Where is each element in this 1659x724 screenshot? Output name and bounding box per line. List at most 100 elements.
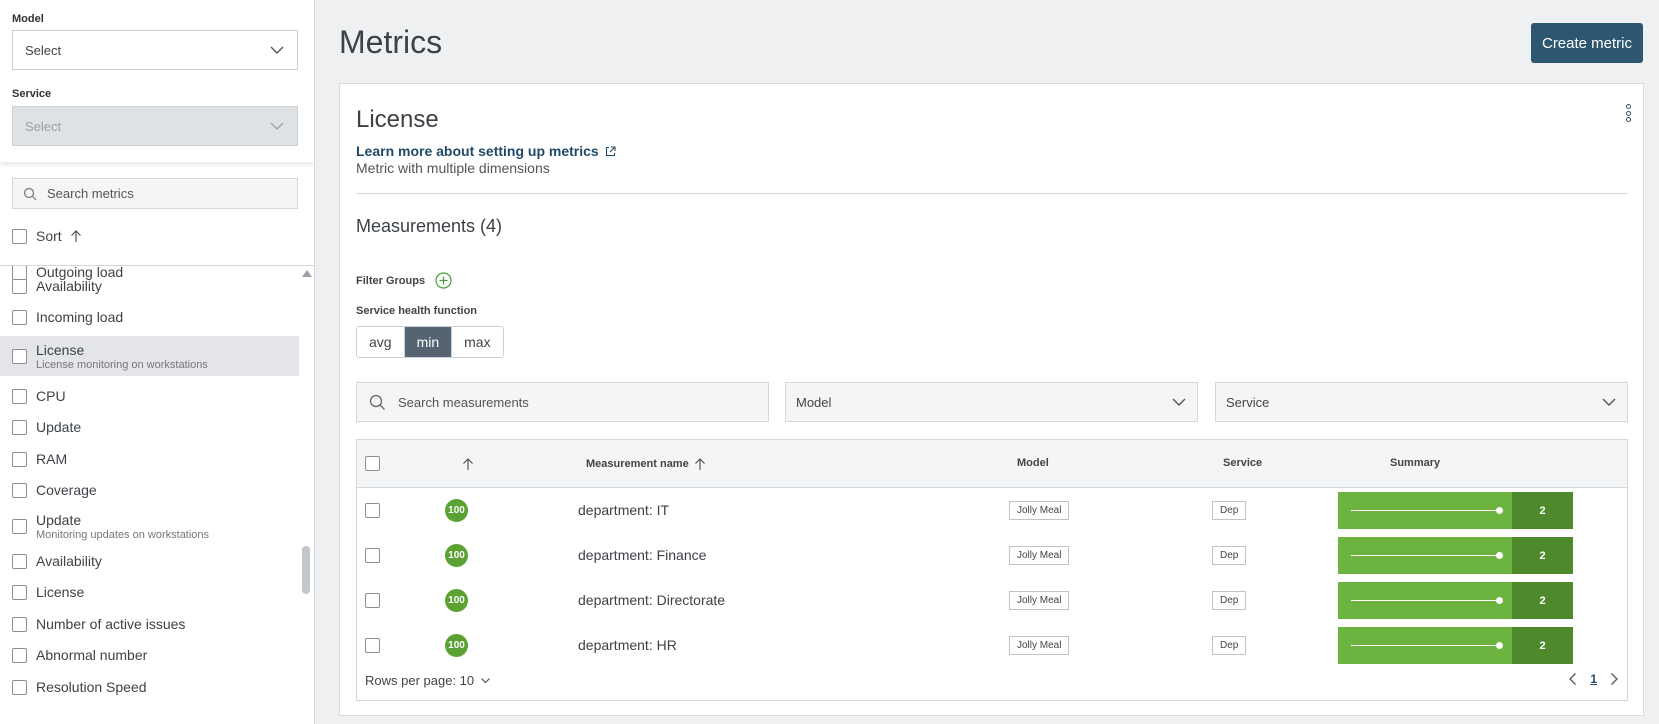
search-icon xyxy=(369,394,385,410)
scroll-up-arrow[interactable] xyxy=(302,270,312,277)
measurement-name: department: Finance xyxy=(578,547,707,563)
model-select-value: Select xyxy=(25,42,62,58)
service-select-value: Select xyxy=(25,118,62,134)
health-option-avg[interactable]: avg xyxy=(357,327,405,357)
column-summary: Summary xyxy=(1390,457,1441,469)
item-checkbox[interactable] xyxy=(12,278,27,294)
column-label: Measurement name xyxy=(586,458,689,470)
learn-more-link[interactable]: Learn more about setting up metrics xyxy=(356,143,616,159)
scrollbar-thumb[interactable] xyxy=(302,546,310,594)
item-checkbox[interactable] xyxy=(12,348,27,364)
metric-sublabel: License monitoring on workstations xyxy=(36,358,208,371)
column-measurement-name[interactable]: Measurement name xyxy=(586,457,706,471)
metric-label: RAM xyxy=(36,451,68,467)
table-row[interactable]: 100 department: IT Jolly Meal Dep 2 xyxy=(357,488,1627,533)
item-checkbox[interactable] xyxy=(12,679,27,695)
item-checkbox[interactable] xyxy=(12,482,27,498)
row-checkbox[interactable] xyxy=(365,593,380,608)
external-link-icon xyxy=(605,145,616,156)
model-tag: Jolly Meal xyxy=(1009,546,1070,565)
list-item[interactable]: RAM xyxy=(0,447,299,471)
item-checkbox[interactable] xyxy=(12,419,27,435)
metric-title: License xyxy=(356,106,439,133)
search-measurements-input[interactable]: Search measurements xyxy=(356,382,769,422)
table-row[interactable]: 100 department: Finance Jolly Meal Dep 2 xyxy=(357,533,1627,578)
list-item[interactable]: Availability xyxy=(0,549,299,573)
select-all-rows-checkbox[interactable] xyxy=(365,456,380,471)
summary-marker xyxy=(1496,507,1503,514)
metric-label: Abnormal number xyxy=(36,647,148,663)
summary-track xyxy=(1338,627,1512,664)
service-filter-select[interactable]: Service xyxy=(1215,382,1628,422)
summary-bar: 2 xyxy=(1338,492,1573,529)
divider xyxy=(356,193,1628,194)
summary-count: 2 xyxy=(1512,537,1573,574)
page-number[interactable]: 1 xyxy=(1590,672,1597,686)
add-circle-icon[interactable] xyxy=(435,272,452,289)
list-item[interactable]: Availability xyxy=(0,274,299,298)
chevron-left-icon[interactable] xyxy=(1568,672,1578,686)
select-all-checkbox[interactable] xyxy=(12,228,27,244)
metric-label: Availability xyxy=(36,553,102,569)
list-item[interactable]: Resolution Speed xyxy=(0,675,299,699)
item-checkbox[interactable] xyxy=(12,518,27,534)
health-option-min[interactable]: min xyxy=(404,327,453,357)
metric-text: License License monitoring on workstation… xyxy=(36,342,208,371)
list-item[interactable]: Abnormal number xyxy=(0,643,299,667)
column-model: Model xyxy=(1017,457,1049,469)
row-checkbox[interactable] xyxy=(365,503,380,518)
metric-label: Resolution Speed xyxy=(36,679,147,695)
metric-text: Update Monitoring updates on workstations xyxy=(36,512,209,541)
chevron-right-icon[interactable] xyxy=(1609,672,1619,686)
arrow-up-icon[interactable] xyxy=(70,229,82,243)
model-filter-select[interactable]: Model xyxy=(785,382,1198,422)
more-options-icon[interactable] xyxy=(1625,104,1631,122)
row-checkbox[interactable] xyxy=(365,638,380,653)
search-metrics-input[interactable]: Search metrics xyxy=(12,178,298,209)
item-checkbox[interactable] xyxy=(12,451,27,467)
search-metrics-placeholder: Search metrics xyxy=(47,186,134,201)
search-measurements-placeholder: Search measurements xyxy=(398,394,529,410)
table-row[interactable]: 100 department: HR Jolly Meal Dep 2 xyxy=(357,623,1627,668)
model-filter-label: Model xyxy=(796,394,832,410)
health-badge: 100 xyxy=(445,589,468,612)
list-item[interactable]: Update xyxy=(0,415,299,439)
sort-control[interactable]: Sort xyxy=(12,228,82,244)
chevron-down-icon xyxy=(1602,398,1616,406)
metric-description: Metric with multiple dimensions xyxy=(356,160,550,176)
filter-groups-label: Filter Groups xyxy=(356,274,426,287)
rows-per-page-select[interactable]: Rows per page: 10 xyxy=(365,673,491,688)
list-item[interactable]: License xyxy=(0,580,299,604)
measurements-table: Measurement name Model Service Summary 1… xyxy=(356,439,1628,701)
create-metric-button[interactable]: Create metric xyxy=(1531,23,1643,63)
health-option-max[interactable]: max xyxy=(452,327,503,357)
metrics-sidebar: Model Select Service Select Search metri… xyxy=(0,0,315,724)
metric-label: Coverage xyxy=(36,482,97,498)
item-checkbox[interactable] xyxy=(12,388,27,404)
list-item[interactable]: Number of active issues xyxy=(0,612,299,636)
metric-label: Update xyxy=(36,419,82,435)
item-checkbox[interactable] xyxy=(12,647,27,663)
chevron-down-icon xyxy=(481,678,491,684)
item-checkbox[interactable] xyxy=(12,616,27,632)
table-row[interactable]: 100 department: Directorate Jolly Meal D… xyxy=(357,578,1627,623)
list-item[interactable]: Incoming load xyxy=(0,305,299,329)
arrow-up-icon xyxy=(694,458,705,470)
health-sort[interactable] xyxy=(457,457,474,471)
service-tag: Dep xyxy=(1212,591,1247,610)
list-item[interactable]: Coverage xyxy=(0,478,299,502)
service-select[interactable]: Select xyxy=(12,106,298,146)
item-checkbox[interactable] xyxy=(12,553,27,569)
item-checkbox[interactable] xyxy=(12,309,27,325)
list-item-selected[interactable]: License License monitoring on workstation… xyxy=(0,336,299,376)
page-title: Metrics xyxy=(339,24,443,60)
table-header: Measurement name Model Service Summary xyxy=(357,440,1627,488)
item-checkbox[interactable] xyxy=(12,584,27,600)
list-item[interactable]: CPU xyxy=(0,384,299,408)
list-item[interactable]: Update Monitoring updates on workstations xyxy=(0,506,299,546)
metric-card: License Learn more about setting up metr… xyxy=(339,83,1644,716)
row-checkbox[interactable] xyxy=(365,548,380,563)
model-select[interactable]: Select xyxy=(12,30,298,70)
metric-label: Number of active issues xyxy=(36,616,186,632)
filter-panel: Model Select Service Select xyxy=(0,0,314,162)
